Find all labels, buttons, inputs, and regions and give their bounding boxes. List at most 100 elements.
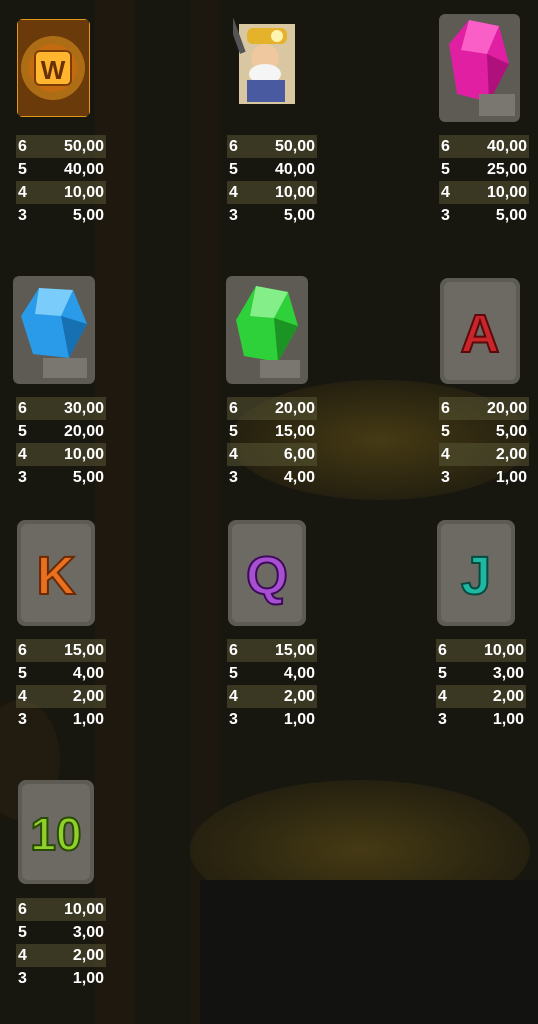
pay-count: 5 — [18, 923, 27, 941]
pay-row: 3 1,00 — [227, 708, 317, 731]
pay-count: 3 — [229, 468, 238, 486]
pay-row: 3 4,00 — [227, 466, 317, 489]
pay-count: 6 — [18, 900, 27, 918]
pay-row: 5 3,00 — [16, 921, 106, 944]
pay-count: 3 — [18, 710, 27, 728]
pay-value: 50,00 — [63, 137, 104, 155]
pay-value: 5,00 — [72, 206, 104, 224]
svg-text:A: A — [461, 304, 500, 364]
pay-row: 4 2,00 — [436, 685, 526, 708]
green-gem-icon — [226, 276, 308, 384]
pay-row: 4 10,00 — [227, 181, 317, 204]
pay-row: 3 5,00 — [16, 204, 106, 227]
pay-value: 25,00 — [486, 160, 527, 178]
pay-row: 6 30,00 — [16, 397, 106, 420]
pay-value: 2,00 — [72, 946, 104, 964]
pink-gem-icon — [439, 14, 520, 122]
pay-row: 4 2,00 — [227, 685, 317, 708]
miner-icon — [233, 14, 297, 106]
symbol-green-gem — [226, 276, 308, 384]
pay-value: 3,00 — [72, 923, 104, 941]
paytable-letter-q: 6 15,00 5 4,00 4 2,00 3 1,00 — [227, 639, 317, 731]
pay-value: 2,00 — [72, 687, 104, 705]
pay-value: 10,00 — [274, 183, 315, 201]
pay-count: 5 — [441, 422, 450, 440]
pay-row: 6 15,00 — [227, 639, 317, 662]
pay-value: 2,00 — [495, 445, 527, 463]
pay-count: 5 — [18, 160, 27, 178]
pay-count: 4 — [441, 183, 450, 201]
paytable-miner: 6 50,00 5 40,00 4 10,00 3 5,00 — [227, 135, 317, 227]
pay-count: 4 — [229, 687, 238, 705]
pay-value: 40,00 — [274, 160, 315, 178]
pay-count: 4 — [229, 445, 238, 463]
pay-count: 5 — [18, 664, 27, 682]
pay-value: 10,00 — [63, 900, 104, 918]
pay-value: 40,00 — [63, 160, 104, 178]
symbol-letter-a: A — [440, 278, 520, 384]
pay-count: 6 — [229, 399, 238, 417]
pay-row: 3 1,00 — [16, 967, 106, 990]
pay-count: 3 — [18, 206, 27, 224]
pay-row: 3 1,00 — [16, 708, 106, 731]
pay-row: 5 3,00 — [436, 662, 526, 685]
pay-value: 1,00 — [283, 710, 315, 728]
pay-row: 4 10,00 — [16, 181, 106, 204]
pay-value: 50,00 — [274, 137, 315, 155]
pay-value: 3,00 — [492, 664, 524, 682]
pay-row: 6 40,00 — [439, 135, 529, 158]
pay-count: 3 — [229, 710, 238, 728]
pay-count: 5 — [229, 160, 238, 178]
symbol-letter-j: J — [437, 520, 515, 626]
pay-value: 6,00 — [283, 445, 315, 463]
pay-count: 4 — [18, 183, 27, 201]
pay-count: 6 — [18, 137, 27, 155]
pay-row: 5 20,00 — [16, 420, 106, 443]
pay-count: 6 — [18, 399, 27, 417]
pay-value: 4,00 — [283, 468, 315, 486]
pay-value: 4,00 — [72, 664, 104, 682]
pay-row: 6 50,00 — [16, 135, 106, 158]
pay-value: 15,00 — [63, 641, 104, 659]
pay-value: 10,00 — [486, 183, 527, 201]
svg-text:J: J — [461, 546, 491, 606]
symbol-letter-k: K — [17, 520, 95, 626]
pay-value: 4,00 — [283, 664, 315, 682]
pay-row: 5 40,00 — [227, 158, 317, 181]
pay-row: 5 5,00 — [439, 420, 529, 443]
pay-value: 5,00 — [72, 468, 104, 486]
pay-value: 10,00 — [483, 641, 524, 659]
pay-value: 15,00 — [274, 641, 315, 659]
pay-row: 3 5,00 — [439, 204, 529, 227]
pay-row: 5 15,00 — [227, 420, 317, 443]
svg-text:K: K — [37, 546, 76, 606]
pay-row: 3 1,00 — [439, 466, 529, 489]
pay-count: 5 — [229, 664, 238, 682]
paytable-number-10: 6 10,00 5 3,00 4 2,00 3 1,00 — [16, 898, 106, 990]
paytable-letter-j: 6 10,00 5 3,00 4 2,00 3 1,00 — [436, 639, 526, 731]
pay-row: 5 40,00 — [16, 158, 106, 181]
pay-count: 5 — [438, 664, 447, 682]
pay-count: 6 — [438, 641, 447, 659]
pay-value: 30,00 — [63, 399, 104, 417]
symbol-number-10: 10 — [18, 780, 94, 884]
pay-row: 6 20,00 — [439, 397, 529, 420]
paytable-letter-a: 6 20,00 5 5,00 4 2,00 3 1,00 — [439, 397, 529, 489]
pay-count: 4 — [438, 687, 447, 705]
pay-value: 2,00 — [283, 687, 315, 705]
pay-value: 20,00 — [486, 399, 527, 417]
pay-value: 5,00 — [283, 206, 315, 224]
pay-row: 4 2,00 — [16, 685, 106, 708]
symbol-wild: W — [17, 19, 90, 117]
pay-count: 5 — [18, 422, 27, 440]
svg-text:10: 10 — [30, 808, 81, 860]
pay-row: 6 10,00 — [16, 898, 106, 921]
symbol-blue-gem — [13, 276, 95, 384]
pay-row: 4 2,00 — [439, 443, 529, 466]
pay-count: 5 — [229, 422, 238, 440]
pay-value: 10,00 — [63, 445, 104, 463]
pay-value: 1,00 — [72, 710, 104, 728]
pay-row: 4 6,00 — [227, 443, 317, 466]
paytable-pink-gem: 6 40,00 5 25,00 4 10,00 3 5,00 — [439, 135, 529, 227]
pay-count: 4 — [441, 445, 450, 463]
